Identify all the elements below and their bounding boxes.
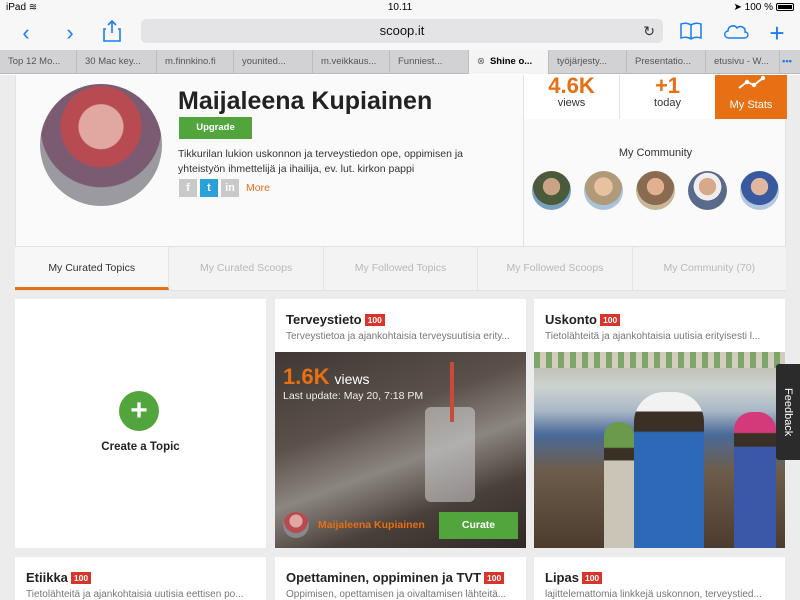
community-members (524, 171, 787, 210)
facebook-icon[interactable]: f (179, 179, 197, 197)
battery-status: ➤ 100 % (733, 2, 794, 13)
community-title: My Community (618, 147, 693, 159)
topic-card[interactable]: Etiikka 100 Tietolähteitä ja ajankohtaisi… (15, 557, 266, 600)
plus-icon: + (119, 391, 159, 431)
views-stat: 4.6K views (523, 75, 619, 119)
image-figure (604, 422, 634, 548)
browser-toolbar: ‹ › scoop.it ↻ + (0, 17, 800, 50)
topic-description: Tietolähteitä ja ajankohtaisia uutisia e… (26, 589, 244, 600)
community-member-avatar[interactable] (584, 171, 623, 210)
score-badge: 100 (70, 572, 92, 584)
social-links: f t in More (179, 179, 270, 197)
more-link[interactable]: More (246, 182, 270, 194)
topic-card[interactable]: Lipas 100 lajittelemattomia linkkejä usko… (534, 557, 785, 600)
topic-description: Terveystietoa ja ajankohtaisia terveysuu… (286, 331, 510, 342)
tab-bar: Top 12 Mo... 30 Mac key... m.finnkino.fi… (0, 50, 800, 74)
tab-my-curated-topics[interactable]: My Curated Topics (15, 247, 170, 290)
clock: 10.11 (387, 2, 413, 13)
twitter-icon[interactable]: t (200, 179, 218, 197)
topic-title: Opettaminen, oppiminen ja TVT 100 (286, 570, 505, 585)
last-update: Last update: May 20, 7:18 PM (283, 390, 424, 402)
tab-my-curated-scoops[interactable]: My Curated Scoops (169, 247, 324, 290)
my-community: My Community (523, 119, 787, 247)
new-tab-icon[interactable]: + (764, 20, 790, 46)
community-member-avatar[interactable] (740, 171, 779, 210)
tab-my-followed-topics[interactable]: My Followed Topics (324, 247, 479, 290)
linkedin-icon[interactable]: in (221, 179, 239, 197)
battery-icon (776, 3, 794, 11)
browser-tab[interactable]: etusivu - W... (706, 50, 780, 74)
browser-tab[interactable]: työjärjesty... (549, 50, 627, 74)
share-icon[interactable] (99, 19, 125, 46)
reload-icon[interactable]: ↻ (643, 19, 655, 43)
topic-image[interactable]: 1.6K views Last update: May 20, 7:18 PM M… (275, 352, 526, 548)
url-text: scoop.it (379, 23, 425, 38)
score-badge: 100 (364, 314, 385, 326)
score-badge: 100 (581, 572, 603, 584)
tab-my-community[interactable]: My Community (70) (633, 247, 786, 290)
profile-name: Maijaleena Kupiainen (178, 87, 433, 115)
browser-tab[interactable]: 30 Mac key... (77, 50, 157, 74)
create-topic-label: Create a Topic (101, 441, 180, 453)
feedback-button[interactable]: Feedback (776, 364, 800, 460)
browser-tab[interactable]: Funniest... (390, 50, 469, 74)
location-icon: ➤ (733, 2, 742, 13)
more-tabs-icon[interactable]: ••• (780, 50, 800, 74)
topic-title: Etiikka 100 (26, 570, 92, 585)
stats-bar: 4.6K views +1 today My Stats (523, 75, 787, 119)
forward-icon[interactable]: › (57, 20, 83, 46)
bookmarks-icon[interactable] (678, 20, 704, 46)
back-icon[interactable]: ‹ (13, 20, 39, 46)
create-topic-card[interactable]: + Create a Topic (15, 299, 266, 548)
curator-name[interactable]: Maijaleena Kupiainen (318, 519, 425, 531)
profile-header: Maijaleena Kupiainen Upgrade Tikkurilan … (15, 75, 787, 247)
browser-tab-active[interactable]: ⊗ Shine o... (469, 50, 549, 74)
profile-bio: Tikkurilan lukion uskonnon ja terveystie… (178, 148, 464, 175)
profile-avatar[interactable] (40, 84, 162, 206)
topic-card[interactable]: Opettaminen, oppiminen ja TVT 100 Oppimis… (275, 557, 526, 600)
score-badge: 100 (484, 572, 505, 584)
browser-tab[interactable]: m.finnkino.fi (157, 50, 234, 74)
community-member-avatar[interactable] (532, 171, 571, 210)
browser-tab[interactable]: Presentatio... (627, 50, 706, 74)
topic-title: Uskonto 100 (545, 312, 621, 327)
browser-tab[interactable]: Top 12 Mo... (0, 50, 77, 74)
topic-title: Terveystieto 100 (286, 312, 385, 327)
topic-title: Lipas 100 (545, 570, 603, 585)
community-member-avatar[interactable] (688, 171, 727, 210)
browser-tab[interactable]: younited... (234, 50, 313, 74)
topic-tabs: My Curated Topics My Curated Scoops My F… (15, 247, 786, 291)
topic-description: Tietolähteitä ja ajankohtaisia uutisia e… (545, 331, 761, 342)
address-bar[interactable]: scoop.it ↻ (141, 19, 663, 43)
topic-image[interactable] (534, 352, 785, 548)
close-tab-icon[interactable]: ⊗ (477, 56, 485, 67)
topic-card[interactable]: Uskonto 100 Tietolähteitä ja ajankohtaisi… (534, 299, 785, 548)
topic-description: lajittelemattomia linkkejä uskonnon, ter… (545, 589, 762, 600)
score-badge: 100 (600, 314, 621, 326)
topic-views: 1.6K views (283, 364, 370, 389)
curate-button[interactable]: Curate (439, 512, 518, 539)
status-bar: iPad ≋ 10.11 ➤ 100 % (0, 0, 800, 17)
browser-tab[interactable]: m.veikkaus... (313, 50, 390, 74)
community-member-avatar[interactable] (636, 171, 675, 210)
topic-description: Oppimisen, opettamisen ja oivaltamisen l… (286, 589, 507, 600)
topic-card[interactable]: Terveystieto 100 Terveystietoa ja ajankoh… (275, 299, 526, 548)
curator-avatar[interactable] (283, 512, 309, 538)
stats-chart-icon (715, 75, 787, 95)
web-page: Maijaleena Kupiainen Upgrade Tikkurilan … (0, 75, 800, 600)
tab-my-followed-scoops[interactable]: My Followed Scoops (478, 247, 633, 290)
cloud-tabs-icon[interactable] (721, 20, 751, 46)
today-stat: +1 today (619, 75, 715, 119)
my-stats-button[interactable]: My Stats (715, 75, 787, 119)
upgrade-button[interactable]: Upgrade (179, 117, 252, 139)
image-figure (734, 412, 776, 548)
